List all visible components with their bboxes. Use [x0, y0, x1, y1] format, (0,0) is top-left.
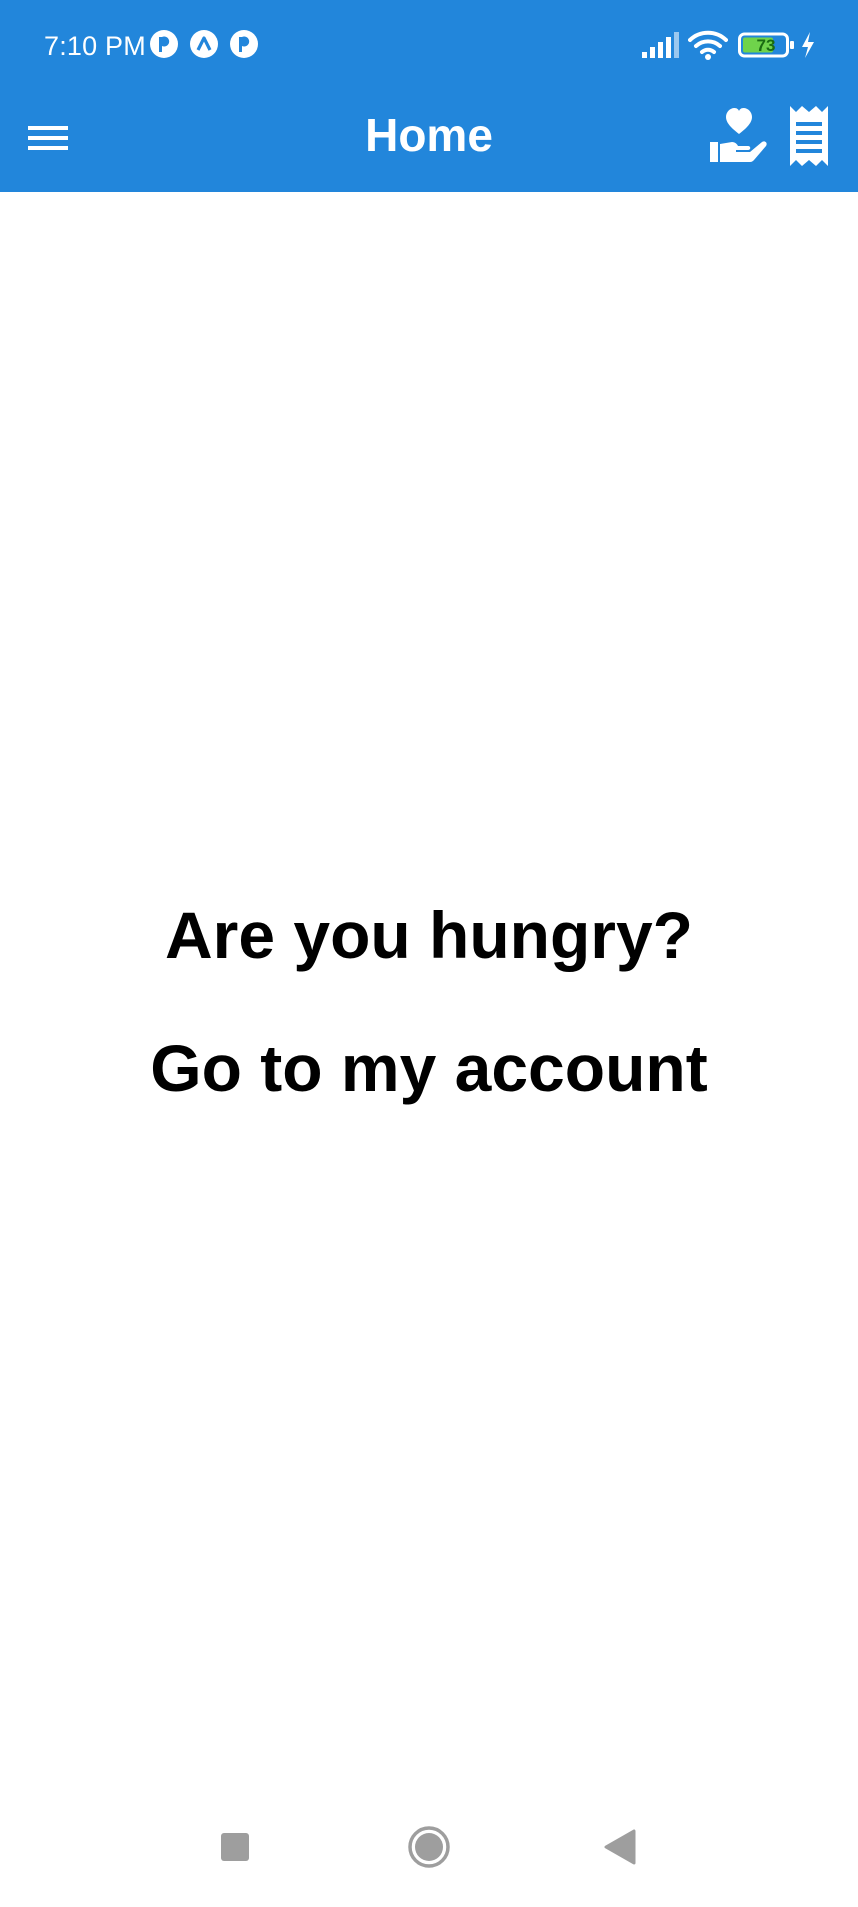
- hungry-heading: Are you hungry?: [164, 898, 694, 972]
- home-circle-icon: [408, 1826, 450, 1868]
- status-time: 7:10 PM: [44, 31, 146, 61]
- battery-level: 73: [756, 36, 776, 55]
- recents-square-icon: [221, 1833, 249, 1861]
- wifi-icon: [688, 30, 728, 60]
- hamburger-menu-button[interactable]: [22, 112, 74, 164]
- receipt-button[interactable]: [784, 104, 834, 168]
- page-title: Home: [365, 109, 493, 161]
- status-bar: 7:10 PM 73: [0, 0, 858, 90]
- donate-button[interactable]: [708, 104, 770, 168]
- recents-button[interactable]: [195, 1807, 275, 1887]
- hamburger-menu-icon: [28, 126, 68, 150]
- signal-icon: [642, 32, 679, 58]
- pocket-casts-icon: [230, 30, 258, 58]
- donate-hand-heart-icon: [710, 108, 767, 162]
- pocket-casts-icon: [150, 30, 178, 58]
- app-bar: 7:10 PM 73 Home: [0, 0, 858, 192]
- app-screen: 7:10 PM 73 Home Are you hungry? Go to my…: [0, 0, 858, 1907]
- main-content: Are you hungry? Go to my account: [0, 192, 858, 1792]
- receipt-icon: [790, 106, 828, 166]
- my-account-link[interactable]: Go to my account: [0, 1028, 858, 1108]
- system-navigation-bar: [0, 1807, 858, 1907]
- back-button[interactable]: [580, 1807, 660, 1887]
- home-button[interactable]: [389, 1807, 469, 1887]
- artifact-icon: [190, 30, 218, 58]
- charging-icon: [802, 32, 814, 58]
- toolbar: Home: [0, 90, 858, 192]
- back-triangle-icon: [604, 1829, 636, 1865]
